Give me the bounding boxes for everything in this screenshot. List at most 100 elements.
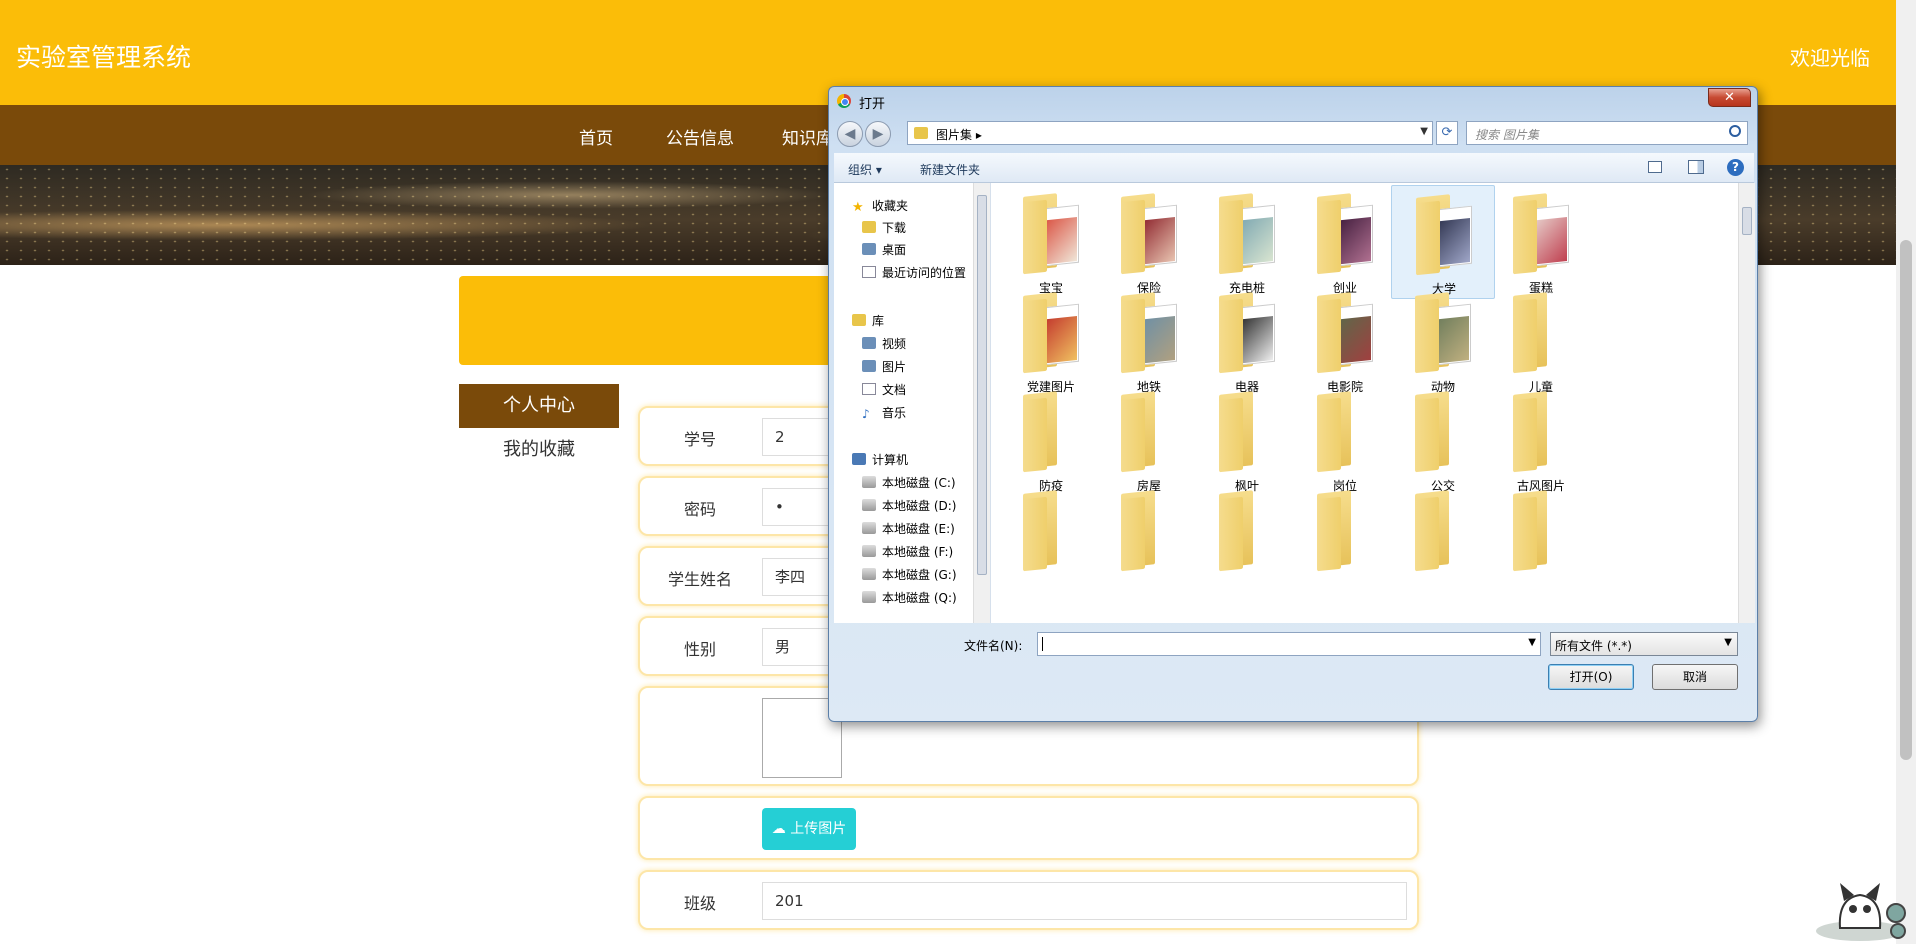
cancel-button[interactable]: 取消 (1652, 664, 1738, 690)
nav-drive-q[interactable]: 本地磁盘 (Q:) (862, 589, 957, 606)
nav-pictures[interactable]: 图片 (862, 358, 906, 375)
preview-pane-icon[interactable] (1688, 160, 1704, 174)
folder-icon (1021, 292, 1081, 374)
help-icon[interactable]: ? (1727, 159, 1744, 176)
folder-item-unlabeled[interactable] (1391, 482, 1495, 596)
file-type-select[interactable]: 所有文件 (*.*) ▼ (1550, 632, 1738, 656)
folder-item-unlabeled[interactable] (1293, 482, 1397, 596)
cat-mascot-image[interactable] (1810, 873, 1910, 943)
folder-item-5[interactable]: 蛋糕 (1489, 185, 1593, 299)
dialog-close-button[interactable]: ✕ (1708, 88, 1751, 107)
drive-icon (862, 522, 876, 534)
filename-input[interactable]: ▼ (1037, 632, 1541, 656)
nav-recent-places[interactable]: 最近访问的位置 (862, 264, 966, 281)
breadcrumb[interactable]: 图片集 ▸ (936, 126, 982, 143)
sidebar-item-personal-center[interactable]: 个人中心 (459, 384, 619, 428)
nav-drive-e[interactable]: 本地磁盘 (E:) (862, 520, 955, 537)
folder-item-0[interactable]: 宝宝 (999, 185, 1103, 299)
nav-downloads[interactable]: 下载 (862, 219, 906, 236)
form-row-upload: ☁ 上传图片 (638, 796, 1419, 860)
nav-item-announcements[interactable]: 公告信息 (666, 124, 734, 149)
dialog-toolbar: 组织 ▾ 新建文件夹 ? (834, 153, 1754, 183)
field-label: 密码 (683, 500, 716, 519)
folder-icon (1315, 490, 1375, 572)
upload-image-button[interactable]: ☁ 上传图片 (762, 808, 856, 850)
nav-item-home[interactable]: 首页 (579, 124, 613, 149)
nav-drive-c[interactable]: 本地磁盘 (C:) (862, 474, 956, 491)
nav-item-knowledge-base[interactable]: 知识库 (782, 124, 833, 149)
folder-item-16[interactable]: 公交 (1391, 383, 1495, 497)
folder-icon (1119, 391, 1179, 473)
folder-item-11[interactable]: 儿童 (1489, 284, 1593, 398)
page-scrollbar-thumb[interactable] (1900, 240, 1912, 760)
arrow-left-icon: ◀ (844, 126, 856, 142)
navpane-scrollbar[interactable] (973, 183, 990, 623)
folder-item-1[interactable]: 保险 (1097, 185, 1201, 299)
refresh-button[interactable]: ⟳ (1436, 121, 1458, 145)
computer-icon (852, 453, 866, 465)
folder-item-unlabeled[interactable] (1195, 482, 1299, 596)
view-options-icon[interactable] (1648, 161, 1662, 173)
nav-documents[interactable]: 文档 (862, 381, 906, 398)
filepane-scrollbar[interactable] (1738, 183, 1755, 623)
field-label: 学号 (683, 430, 716, 449)
nav-music[interactable]: ♪ 音乐 (862, 404, 906, 421)
sidebar-item-favorites[interactable]: 我的收藏 (459, 428, 619, 472)
folder-item-4[interactable]: 大学 (1391, 185, 1495, 299)
nav-videos[interactable]: 视频 (862, 335, 906, 352)
back-button[interactable]: ◀ (837, 121, 863, 147)
folder-item-17[interactable]: 古风图片 (1489, 383, 1593, 497)
folder-icon (1217, 193, 1277, 275)
folder-icon (1021, 193, 1081, 275)
search-icon[interactable] (1729, 125, 1741, 137)
nav-drive-f[interactable]: 本地磁盘 (F:) (862, 543, 953, 560)
chevron-down-icon[interactable]: ▼ (1528, 637, 1536, 648)
upload-button-label: 上传图片 (790, 821, 847, 837)
folder-item-3[interactable]: 创业 (1293, 185, 1397, 299)
folder-item-2[interactable]: 充电桩 (1195, 185, 1299, 299)
chevron-down-icon[interactable]: ▼ (1420, 126, 1428, 137)
nav-computer[interactable]: 计算机 (852, 451, 908, 468)
folder-item-6[interactable]: 党建图片 (999, 284, 1103, 398)
drive-icon (862, 591, 876, 603)
folder-item-unlabeled[interactable] (1489, 482, 1593, 596)
class-input[interactable]: 201 (762, 882, 1407, 920)
open-button[interactable]: 打开(O) (1548, 664, 1634, 690)
nav-drive-g[interactable]: 本地磁盘 (G:) (862, 566, 957, 583)
folder-icon (1413, 490, 1473, 572)
folder-item-13[interactable]: 房屋 (1097, 383, 1201, 497)
nav-drive-d[interactable]: 本地磁盘 (D:) (862, 497, 956, 514)
folder-icon (1021, 490, 1081, 572)
folder-item-unlabeled[interactable] (999, 482, 1103, 596)
address-bar[interactable]: 图片集 ▸ ▼ (907, 121, 1433, 145)
recent-places-icon (862, 266, 876, 278)
folder-item-9[interactable]: 电影院 (1293, 284, 1397, 398)
folder-icon (1511, 193, 1571, 275)
folder-item-unlabeled[interactable] (1097, 482, 1201, 596)
new-folder-button[interactable]: 新建文件夹 (920, 161, 980, 178)
folder-item-8[interactable]: 电器 (1195, 284, 1299, 398)
organize-menu[interactable]: 组织 ▾ (848, 161, 882, 178)
text-caret (1042, 637, 1043, 651)
folder-item-12[interactable]: 防疫 (999, 383, 1103, 497)
navpane-scrollbar-thumb[interactable] (977, 195, 987, 575)
folder-icon (1315, 292, 1375, 374)
page-scrollbar[interactable] (1896, 0, 1916, 944)
folder-item-15[interactable]: 岗位 (1293, 383, 1397, 497)
welcome-text: 欢迎光临 (1790, 46, 1870, 70)
folder-item-7[interactable]: 地铁 (1097, 284, 1201, 398)
nav-favorites[interactable]: ★ 收藏夹 (852, 197, 908, 215)
search-input[interactable]: 搜索 图片集 (1466, 121, 1748, 145)
folder-icon (1119, 490, 1179, 572)
video-icon (862, 337, 876, 349)
navigation-pane: ★ 收藏夹 下载 桌面 最近访问的位置 库 视频 图片 文档 ♪ 音乐 计算机 本地… (834, 183, 991, 623)
filepane-scrollbar-thumb[interactable] (1742, 207, 1752, 235)
music-icon: ♪ (862, 407, 870, 421)
nav-library[interactable]: 库 (852, 312, 884, 329)
folder-item-14[interactable]: 枫叶 (1195, 383, 1299, 497)
folder-item-10[interactable]: 动物 (1391, 284, 1495, 398)
nav-desktop[interactable]: 桌面 (862, 241, 906, 258)
forward-button[interactable]: ▶ (865, 121, 891, 147)
file-open-dialog: 打开 ✕ ◀ ▶ 图片集 ▸ ▼ ⟳ 搜索 图片集 组织 ▾ 新建文件夹 ? ★… (828, 86, 1758, 722)
drive-icon (862, 476, 876, 488)
